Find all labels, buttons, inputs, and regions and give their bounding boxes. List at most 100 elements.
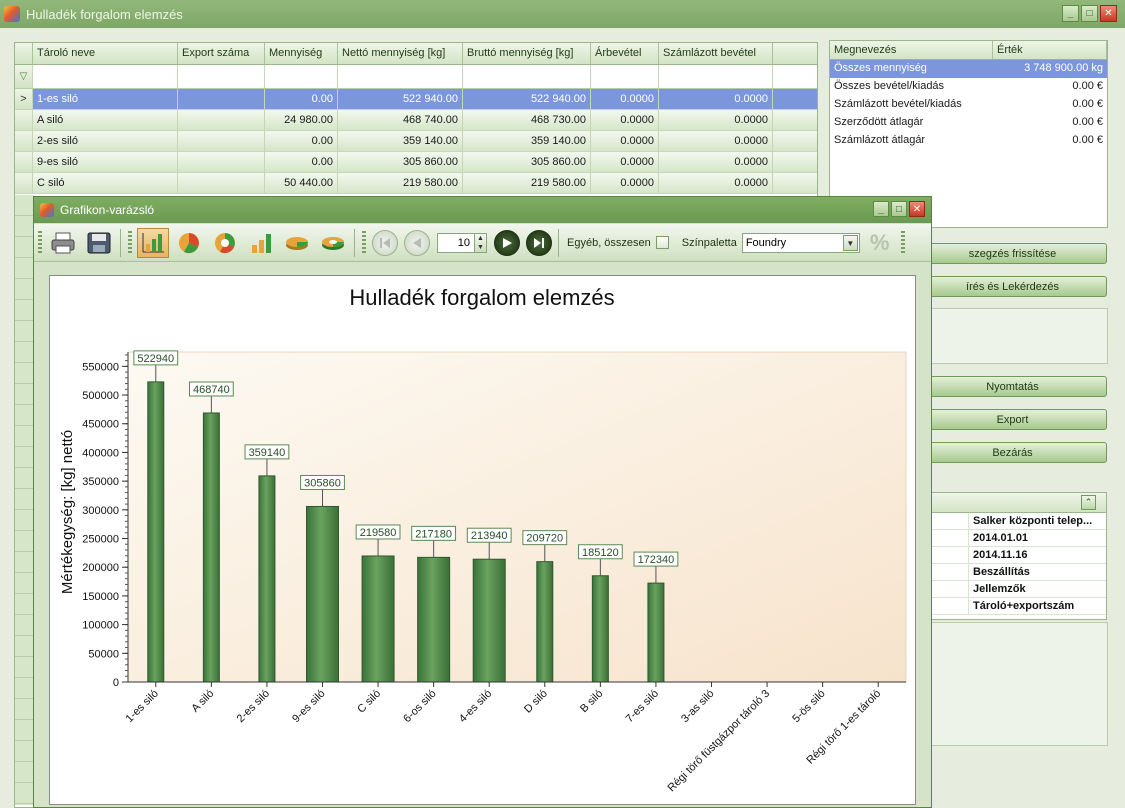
summary-row[interactable]: Számlázott átlagár 0.00 €	[830, 132, 1107, 150]
table-row[interactable]: 9-es siló 0.00 305 860.00 305 860.00 0.0…	[15, 152, 817, 173]
query-button[interactable]: írés és Lekérdezés	[918, 276, 1107, 297]
info-row: Tároló+exportszám	[919, 598, 1106, 615]
pie-chart-icon[interactable]	[173, 228, 205, 258]
y-tick-label: 0	[113, 677, 119, 689]
bar[interactable]	[417, 556, 451, 683]
summary-row[interactable]: Számlázott bevétel/kiadás 0.00 €	[830, 96, 1107, 114]
x-tick-label: C siló	[355, 688, 383, 716]
filter-cell[interactable]	[338, 65, 463, 88]
doughnut-chart-icon[interactable]	[209, 228, 241, 258]
filter-cell[interactable]	[463, 65, 591, 88]
bar[interactable]	[647, 582, 665, 683]
bar-chart-icon[interactable]	[137, 227, 169, 258]
filter-icon: ▽	[15, 65, 33, 88]
row-indicator-column	[15, 195, 33, 805]
summary-row[interactable]: Összes bevétel/kiadás 0.00 €	[830, 78, 1107, 96]
data-label: 217180	[415, 528, 452, 540]
maximize-button[interactable]: □	[1081, 5, 1098, 22]
minimize-button[interactable]: _	[1062, 5, 1079, 22]
row-pointer-icon: >	[15, 89, 33, 109]
print-button[interactable]: Nyomtatás	[918, 376, 1107, 397]
y-axis: 0 50000 100000 150000 200000 250000 300000 3500…	[82, 352, 129, 689]
table-row[interactable]: 2-es siló 0.00 359 140.00 359 140.00 0.0…	[15, 131, 817, 152]
x-tick-label: D siló	[522, 688, 550, 716]
3d-pie-chart-icon[interactable]	[281, 228, 313, 258]
close-button[interactable]: Bezárás	[918, 442, 1107, 463]
print-icon[interactable]	[47, 228, 79, 258]
toolbar-grip[interactable]	[38, 230, 42, 255]
col-header-billed[interactable]: Számlázott bevétel	[659, 43, 773, 64]
other-total-checkbox[interactable]	[655, 236, 669, 249]
palette-select[interactable]: Foundry ▼	[741, 232, 860, 253]
close-window-button[interactable]: ✕	[1100, 5, 1117, 22]
col-header-quantity[interactable]: Mennyiség	[265, 43, 338, 64]
3d-bar-chart-icon[interactable]	[245, 228, 277, 258]
collapse-chevron-up-icon[interactable]: ⌃	[1081, 495, 1096, 510]
chart-minimize-button[interactable]: _	[873, 201, 889, 217]
summary-row[interactable]: Szerződött átlagár 0.00 €	[830, 114, 1107, 132]
col-header-export[interactable]: Export száma	[178, 43, 265, 64]
col-header-value[interactable]: Érték	[993, 41, 1107, 59]
filter-cell[interactable]	[178, 65, 265, 88]
export-button[interactable]: Export	[918, 409, 1107, 430]
y-tick-label: 100000	[82, 620, 119, 632]
x-tick-label: 1-es siló	[123, 688, 160, 725]
x-tick-label: 6-os siló	[401, 688, 438, 725]
data-label: 209720	[526, 533, 563, 545]
summary-row[interactable]: Összes mennyiség 3 748 900.00 kg	[830, 60, 1107, 78]
y-tick-label: 550000	[82, 361, 119, 373]
page-count-stepper[interactable]: 10 ▲ ▼	[437, 232, 487, 253]
chart-toolbar: 10 ▲ ▼ Egyéb, összesen Színpaletta Foundr…	[34, 224, 931, 262]
col-header-gross[interactable]: Bruttó mennyiség [kg]	[463, 43, 591, 64]
col-header-net[interactable]: Nettó mennyiség [kg]	[338, 43, 463, 64]
last-page-icon[interactable]	[526, 229, 552, 256]
info-row: Jellemzők	[919, 581, 1106, 598]
col-header-name[interactable]: Tároló neve	[33, 43, 178, 64]
filter-info-panel: ⌃ Salker központi telep... 2014.01.01 20…	[918, 492, 1107, 620]
3d-doughnut-chart-icon[interactable]	[317, 228, 349, 258]
info-row: 2014.11.16	[919, 547, 1106, 564]
bar[interactable]	[306, 505, 339, 683]
y-tick-label: 50000	[88, 648, 119, 660]
filter-cell[interactable]	[33, 65, 178, 88]
chart-window-titlebar: Grafikon-varázsló _ □ ✕	[34, 197, 931, 223]
table-row[interactable]: A siló 24 980.00 468 740.00 468 730.00 0…	[15, 110, 817, 131]
previous-page-icon[interactable]	[404, 229, 430, 256]
y-axis-label: Mértékegység: [kg] nettó	[59, 430, 76, 594]
refresh-button[interactable]: szegzés frissítése	[918, 243, 1107, 264]
col-header-revenue[interactable]: Árbevétel	[591, 43, 659, 64]
filter-cell[interactable]	[591, 65, 659, 88]
filter-cell[interactable]	[265, 65, 338, 88]
data-label: 213940	[471, 530, 508, 542]
lower-panel	[918, 622, 1108, 746]
table-row[interactable]: C siló 50 440.00 219 580.00 219 580.00 0…	[15, 173, 817, 194]
bar[interactable]	[591, 575, 609, 683]
stepper-arrows-icon[interactable]: ▲ ▼	[474, 233, 486, 252]
palette-label: Színpaletta	[681, 236, 737, 249]
bar[interactable]	[472, 558, 506, 683]
x-tick-label: 9-es siló	[290, 688, 327, 725]
bar[interactable]	[536, 561, 554, 683]
chart-title: Hulladék forgalom elemzés	[349, 285, 614, 310]
chart-close-button[interactable]: ✕	[909, 201, 925, 217]
x-tick-label: B siló	[578, 688, 606, 716]
info-row: 2014.01.01	[919, 530, 1106, 547]
other-total-label: Egyéb, összesen	[567, 236, 651, 249]
data-label: 468740	[193, 384, 230, 396]
first-page-icon[interactable]	[372, 229, 398, 256]
bar[interactable]	[202, 412, 220, 683]
data-label: 359140	[249, 447, 286, 459]
bar[interactable]	[361, 555, 395, 683]
chevron-down-icon[interactable]: ▼	[842, 234, 858, 251]
chart-maximize-button[interactable]: □	[891, 201, 907, 217]
options-box	[918, 308, 1108, 364]
info-row: Beszállítás	[919, 564, 1106, 581]
table-row[interactable]: > 1-es siló 0.00 522 940.00 522 940.00 0…	[15, 89, 817, 110]
percent-icon[interactable]: %	[870, 230, 890, 256]
bar[interactable]	[147, 381, 165, 683]
filter-cell[interactable]	[659, 65, 773, 88]
next-page-icon[interactable]	[494, 229, 520, 256]
col-header-label[interactable]: Megnevezés	[830, 41, 993, 59]
bar[interactable]	[258, 475, 276, 683]
save-icon[interactable]	[83, 228, 115, 258]
